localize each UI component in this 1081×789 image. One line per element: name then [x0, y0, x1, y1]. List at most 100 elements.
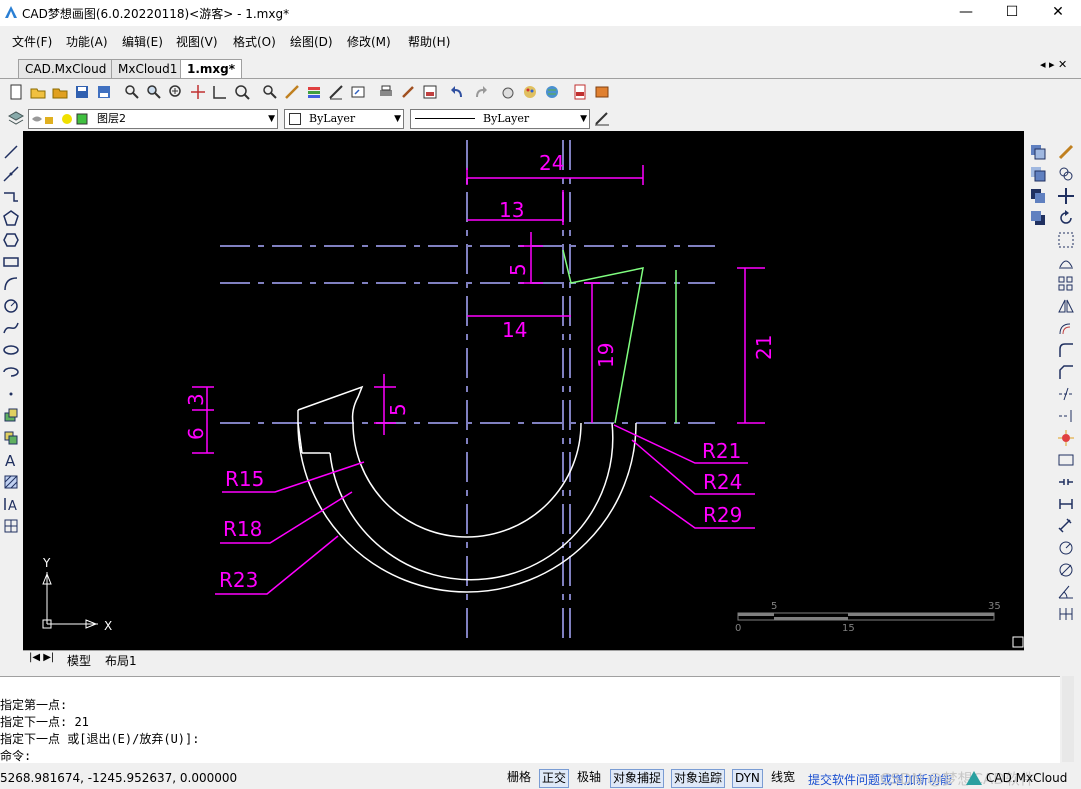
dim-radius-icon[interactable] — [1057, 539, 1075, 557]
dim-continue-icon[interactable] — [1057, 605, 1075, 623]
zoom-in-icon[interactable] — [168, 84, 184, 100]
redo-icon[interactable] — [472, 84, 488, 100]
arc-icon[interactable] — [2, 275, 20, 293]
close-button[interactable]: ✕ — [1035, 0, 1081, 26]
menu-modify[interactable]: 修改(M) — [347, 33, 391, 50]
chamfer-icon[interactable] — [1057, 363, 1075, 381]
tab-nav-controls[interactable]: ◂ ▸ ✕ — [1040, 58, 1067, 71]
break-icon[interactable] — [1057, 451, 1075, 469]
save-icon[interactable] — [74, 84, 90, 100]
brush-icon[interactable] — [400, 84, 416, 100]
menu-draw[interactable]: 绘图(D) — [290, 33, 333, 50]
export-image-icon[interactable] — [350, 84, 366, 100]
minimize-button[interactable]: — — [943, 0, 989, 26]
layout-nav-icon[interactable]: |◀ ▶| — [29, 652, 54, 663]
save-as-icon[interactable] — [96, 84, 112, 100]
polygon-edit-icon[interactable] — [2, 231, 20, 249]
table-icon[interactable] — [2, 517, 20, 535]
polygon-icon[interactable] — [2, 209, 20, 227]
layer-combo[interactable]: 图层2 ▼ — [28, 109, 278, 129]
line-icon[interactable] — [2, 143, 20, 161]
join-icon[interactable] — [1057, 473, 1075, 491]
rotate-icon[interactable] — [1057, 209, 1075, 227]
toggle-lineweight[interactable]: 线宽 — [769, 769, 797, 786]
construction-line-icon[interactable] — [2, 165, 20, 183]
tab-mxcloud1[interactable]: MxCloud1 — [111, 59, 185, 78]
rectangle-icon[interactable] — [2, 253, 20, 271]
circle-icon[interactable] — [2, 297, 20, 315]
palette-icon[interactable] — [522, 84, 538, 100]
command-window[interactable]: 指定第一点: 指定下一点: 21 指定下一点 或[退出(E)/放弃(U)]: 命… — [0, 676, 1060, 763]
trim-icon[interactable] — [1057, 385, 1075, 403]
erase-icon[interactable] — [1057, 143, 1075, 161]
explode-icon[interactable] — [1057, 429, 1075, 447]
zoom-realtime-icon[interactable] — [124, 84, 140, 100]
send-back-icon[interactable] — [1029, 209, 1047, 227]
text-icon[interactable]: A — [2, 451, 20, 469]
extend-icon[interactable] — [1057, 407, 1075, 425]
linetype-combo[interactable]: ByLayer ▼ — [410, 109, 590, 129]
match-properties-icon[interactable] — [328, 84, 344, 100]
undo-icon[interactable] — [450, 84, 466, 100]
dim-diameter-icon[interactable] — [1057, 561, 1075, 579]
open-folder-icon[interactable] — [52, 84, 68, 100]
dim-angular-icon[interactable] — [1057, 583, 1075, 601]
maximize-button[interactable]: ☐ — [989, 0, 1035, 26]
plot-icon[interactable] — [378, 84, 394, 100]
bring-front-icon[interactable] — [1029, 187, 1047, 205]
pencil-icon[interactable] — [284, 84, 300, 100]
menu-edit[interactable]: 编辑(E) — [122, 33, 163, 50]
layer-move-icon[interactable] — [1029, 165, 1047, 183]
offset-icon[interactable] — [1057, 319, 1075, 337]
zoom-all-icon[interactable] — [234, 84, 250, 100]
toggle-polar[interactable]: 极轴 — [575, 769, 603, 786]
zoom-extents-icon[interactable] — [212, 84, 228, 100]
drawing-canvas[interactable]: 24 13 5 14 19 21 5 3 6 R21 R24 R29 R15 R… — [23, 131, 1024, 650]
menu-help[interactable]: 帮助(H) — [408, 33, 450, 50]
menu-function[interactable]: 功能(A) — [66, 33, 108, 50]
toggle-otrack[interactable]: 对象追踪 — [671, 769, 726, 788]
layer-manager-icon[interactable] — [8, 110, 24, 126]
toggle-dyn[interactable]: DYN — [732, 769, 763, 788]
command-scrollbar[interactable] — [1062, 676, 1074, 762]
polyline-icon[interactable] — [2, 187, 20, 205]
tab-model[interactable]: 模型 — [67, 652, 91, 669]
dim-aligned-icon[interactable] — [1057, 517, 1075, 535]
toggle-osnap[interactable]: 对象捕捉 — [610, 769, 665, 788]
stretch-icon[interactable] — [1057, 253, 1075, 271]
command-prompt[interactable]: 命令: — [0, 747, 31, 764]
color-combo[interactable]: ByLayer ▼ — [284, 109, 404, 129]
tab-cad-mxcloud[interactable]: CAD.MxCloud — [18, 59, 114, 78]
make-block-icon[interactable] — [2, 429, 20, 447]
scale-icon[interactable] — [1057, 231, 1075, 249]
menu-file[interactable]: 文件(F) — [12, 33, 52, 50]
menu-format[interactable]: 格式(O) — [233, 33, 276, 50]
insert-block-icon[interactable] — [2, 407, 20, 425]
dim-linear-icon[interactable] — [1057, 495, 1075, 513]
pdf-icon[interactable] — [572, 84, 588, 100]
open-file-icon[interactable] — [30, 84, 46, 100]
zoom-window-icon[interactable] — [146, 84, 162, 100]
layers-stack-icon[interactable] — [306, 84, 322, 100]
menu-view[interactable]: 视图(V) — [176, 33, 218, 50]
cloud-share-icon[interactable] — [500, 84, 516, 100]
print-preview-icon[interactable] — [422, 84, 438, 100]
mtext-icon[interactable]: A — [2, 495, 20, 513]
hatch-icon[interactable] — [2, 473, 20, 491]
copy-object-icon[interactable] — [1057, 165, 1075, 183]
layer-copy-icon[interactable] — [1029, 143, 1047, 161]
mirror-icon[interactable] — [1057, 297, 1075, 315]
toggle-grid[interactable]: 栅格 — [505, 769, 533, 786]
tab-layout1[interactable]: 布局1 — [105, 652, 137, 669]
ellipse-arc-icon[interactable] — [2, 363, 20, 381]
globe-icon[interactable] — [544, 84, 560, 100]
pan-icon[interactable] — [190, 84, 206, 100]
find-icon[interactable] — [262, 84, 278, 100]
array-icon[interactable] — [1057, 275, 1075, 293]
spline-icon[interactable] — [2, 319, 20, 337]
image-icon[interactable] — [594, 84, 610, 100]
fillet-icon[interactable] — [1057, 341, 1075, 359]
toggle-ortho[interactable]: 正交 — [539, 769, 570, 788]
point-icon[interactable] — [2, 385, 20, 403]
lineweight-icon[interactable] — [594, 110, 610, 126]
